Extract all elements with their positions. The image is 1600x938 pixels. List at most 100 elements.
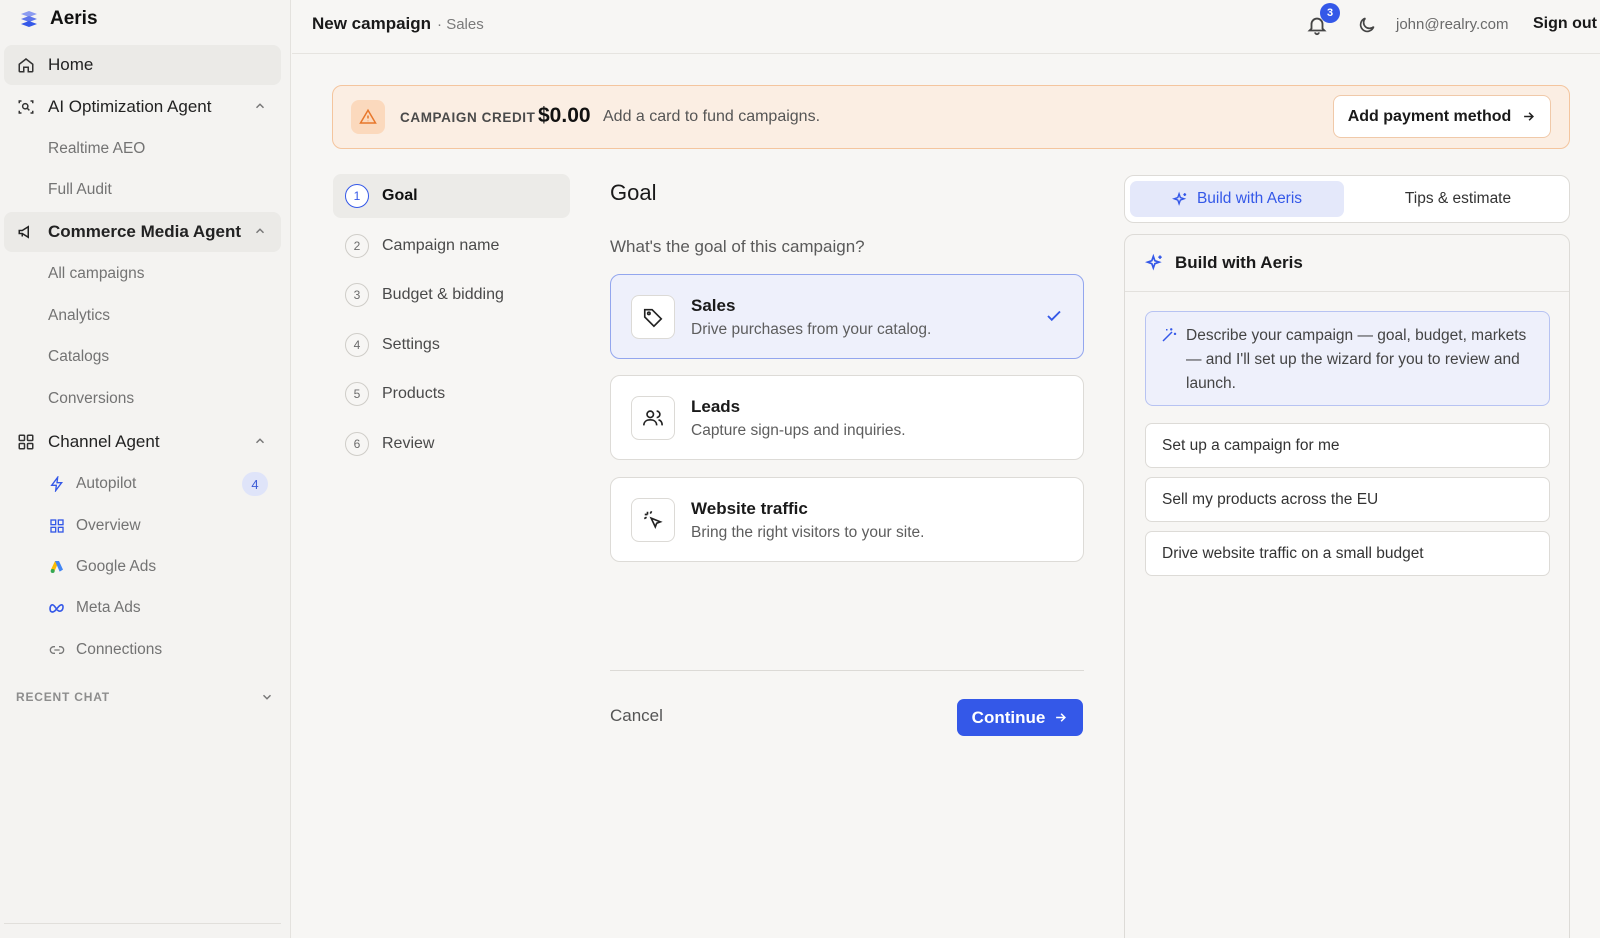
topbar: New campaign · Sales 3 john@realry.com S…	[292, 0, 1600, 54]
nav-home-label: Home	[48, 55, 94, 74]
chevron-up-icon[interactable]	[253, 434, 267, 448]
goal-option-leads[interactable]: Leads Capture sign-ups and inquiries.	[610, 375, 1084, 460]
sidebar-item-google-ads[interactable]: Google Ads	[48, 553, 156, 581]
step-number: 3	[345, 283, 369, 307]
sparkles-icon	[1145, 253, 1162, 271]
meta-icon	[48, 599, 66, 617]
goal-question: What's the goal of this campaign?	[610, 237, 865, 256]
goal-option-website-traffic[interactable]: Website traffic Bring the right visitors…	[610, 477, 1084, 562]
goal-option-sales[interactable]: Sales Drive purchases from your catalog.	[610, 274, 1084, 359]
magic-wand-icon	[1162, 328, 1177, 342]
panel-title: Build with Aeris	[1175, 253, 1303, 272]
option-description: Capture sign-ups and inquiries.	[691, 422, 906, 439]
chevron-up-icon[interactable]	[253, 99, 267, 113]
campaign-credit-banner: CAMPAIGN CREDIT $0.00 Add a card to fund…	[332, 85, 1570, 149]
tab-label: Tips & estimate	[1404, 190, 1512, 207]
sidebar-item-connections[interactable]: Connections	[48, 636, 162, 664]
prompt-input[interactable]: Describe your campaign — goal, budget, m…	[1145, 311, 1550, 406]
continue-button[interactable]: Continue	[957, 699, 1083, 736]
arrow-right-icon	[1056, 713, 1067, 722]
link-icon	[48, 641, 66, 659]
sidebar-item-overview[interactable]: Overview	[48, 512, 141, 540]
divider	[610, 670, 1084, 671]
chevron-down-icon	[262, 694, 272, 700]
option-title: Website traffic	[691, 499, 808, 518]
prompt-text: Describe your campaign — goal, budget, m…	[1186, 327, 1527, 392]
right-panel-tabs: Build with Aeris Tips & estimate	[1124, 175, 1570, 223]
tab-label: Build with Aeris	[1196, 190, 1303, 207]
credit-label: CAMPAIGN CREDIT	[400, 110, 536, 125]
credit-message: Add a card to fund campaigns.	[603, 108, 821, 125]
google-ads-icon	[48, 558, 66, 576]
scan-search-icon	[16, 97, 36, 117]
step-label: Settings	[382, 336, 440, 353]
sidebar-item-realtime-aeo[interactable]: Realtime AEO	[48, 135, 145, 163]
sidebar-item-catalogs[interactable]: Catalogs	[48, 343, 109, 371]
suggestion-chip[interactable]: Set up a campaign for me	[1145, 423, 1550, 468]
sidebar-item-analytics[interactable]: Analytics	[48, 302, 110, 330]
build-with-aeris-panel: Build with Aeris Describe your campaign …	[1124, 234, 1570, 938]
page-title: New campaign	[312, 14, 432, 33]
step-goal[interactable]: 1 Goal	[333, 174, 570, 218]
page-subtitle: · Sales	[437, 16, 484, 33]
nav-channel-agent-label: Channel Agent	[48, 432, 160, 451]
autopilot-count-badge: 4	[242, 472, 268, 496]
add-payment-label: Add payment method	[1347, 107, 1512, 125]
section-title: Goal	[610, 180, 657, 205]
megaphone-icon	[16, 222, 36, 242]
arrow-right-icon	[1524, 112, 1535, 121]
suggestion-chip[interactable]: Sell my products across the EU	[1145, 477, 1550, 522]
add-payment-method-button[interactable]: Add payment method	[1333, 95, 1551, 138]
sparkles-icon	[1171, 191, 1187, 206]
moon-icon[interactable]	[1357, 15, 1377, 35]
sidebar-item-full-audit[interactable]: Full Audit	[48, 176, 112, 204]
option-title: Sales	[691, 296, 736, 315]
nav-ai-optimization-agent[interactable]: AI Optimization Agent	[4, 87, 281, 127]
grid-icon	[16, 432, 36, 452]
tab-build-with-aeris[interactable]: Build with Aeris	[1130, 181, 1344, 217]
step-label: Campaign name	[382, 237, 500, 254]
tag-icon	[631, 295, 675, 339]
nav-commerce-media-agent[interactable]: Commerce Media Agent	[4, 212, 281, 252]
aeris-logo-icon	[21, 11, 37, 27]
step-products[interactable]: 5 Products	[333, 372, 570, 416]
warning-icon	[351, 100, 385, 134]
brand-name: Aeris	[50, 8, 98, 29]
check-icon	[1047, 310, 1061, 322]
step-settings[interactable]: 4 Settings	[333, 323, 570, 367]
chevron-up-icon[interactable]	[253, 224, 267, 238]
tab-tips-estimate[interactable]: Tips & estimate	[1351, 181, 1565, 217]
sidebar-item-all-campaigns[interactable]: All campaigns	[48, 260, 145, 288]
sidebar-item-label: Overview	[76, 517, 141, 534]
users-icon	[631, 396, 675, 440]
sidebar-item-label: Connections	[76, 641, 163, 658]
nav-ai-optimization-label: AI Optimization Agent	[48, 97, 212, 116]
panel-header: Build with Aeris	[1125, 235, 1569, 292]
home-icon	[16, 55, 36, 75]
continue-label: Continue	[971, 707, 1046, 727]
bolt-icon	[48, 475, 66, 493]
sidebar-item-meta-ads[interactable]: Meta Ads	[48, 594, 141, 622]
sidebar-item-autopilot[interactable]: Autopilot	[48, 470, 136, 498]
nav-home[interactable]: Home	[4, 45, 281, 85]
credit-amount: $0.00	[538, 104, 591, 127]
nav-channel-agent[interactable]: Channel Agent	[4, 422, 281, 462]
brand[interactable]: Aeris	[18, 8, 98, 30]
step-campaign-name[interactable]: 2 Campaign name	[333, 224, 570, 268]
step-label: Products	[382, 385, 446, 402]
step-number: 6	[345, 432, 369, 456]
cancel-button[interactable]: Cancel	[610, 706, 663, 726]
grid-icon	[48, 517, 66, 535]
suggestion-chip[interactable]: Drive website traffic on a small budget	[1145, 531, 1550, 576]
step-label: Goal	[382, 187, 418, 204]
option-title: Leads	[691, 397, 741, 416]
recent-chat-toggle[interactable]: RECENT CHAT	[16, 690, 274, 704]
step-review[interactable]: 6 Review	[333, 422, 570, 466]
option-description: Bring the right visitors to your site.	[691, 524, 925, 541]
step-budget-bidding[interactable]: 3 Budget & bidding	[333, 273, 570, 317]
sign-out-button[interactable]: Sign out	[1533, 15, 1597, 33]
sidebar-item-conversions[interactable]: Conversions	[48, 385, 134, 413]
user-email: john@realry.com	[1396, 16, 1509, 33]
breadcrumb: New campaign · Sales	[312, 14, 484, 34]
notification-badge: 3	[1320, 3, 1340, 23]
